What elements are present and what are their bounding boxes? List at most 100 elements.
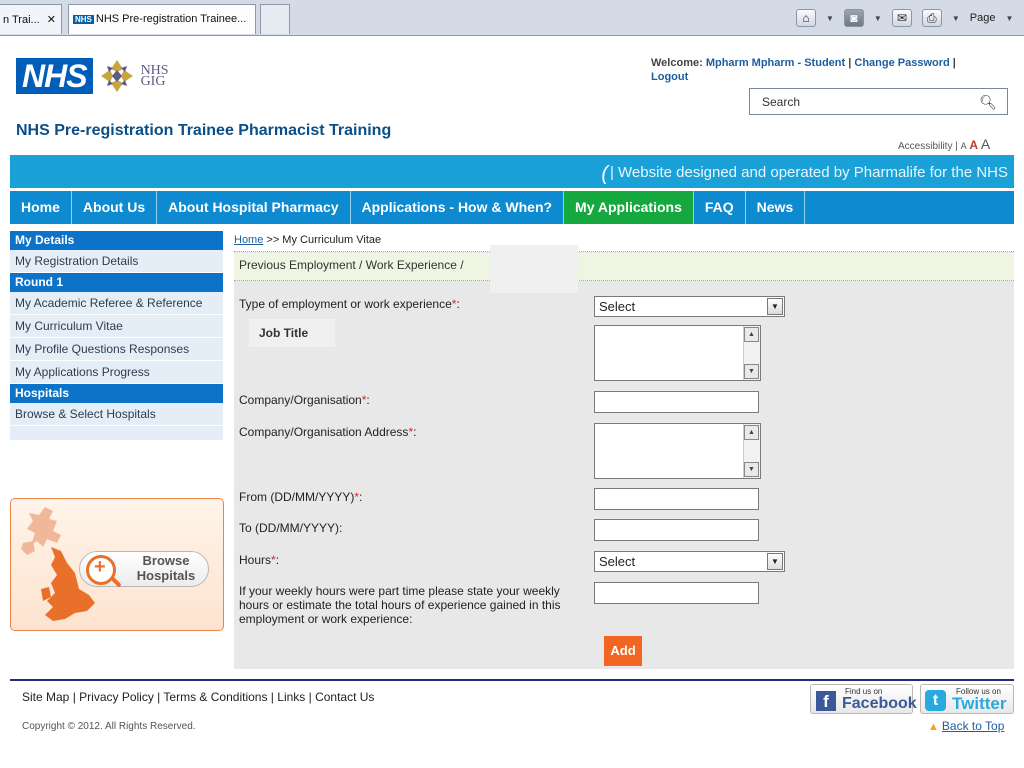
change-password-link[interactable]: Change Password [854,57,949,69]
sidebar-item-applications-progress[interactable]: My Applications Progress [10,361,223,384]
scroll-down-icon[interactable]: ▼ [744,364,759,379]
sidebar-item-profile-questions[interactable]: My Profile Questions Responses [10,338,223,361]
sidebar-item-browse-hospitals[interactable]: Browse & Select Hospitals [10,403,223,426]
browse-hospitals-label: Browse Hospitals [136,553,196,583]
text-size-medium[interactable]: A [969,138,978,152]
text-size-small[interactable]: A [961,141,967,151]
scroll-down-icon[interactable]: ▼ [744,462,759,477]
site-title: NHS Pre-registration Trainee Pharmacist … [16,122,392,139]
breadcrumb: Home >> My Curriculum Vitae [234,231,1014,252]
company-input[interactable] [594,391,759,413]
browser-toolbar: ⌂ ▼ ◙ ▼ ✉ ⎙ ▼ Page ▼ [796,4,1013,32]
sidebar-heading-hospitals: Hospitals [10,384,223,403]
welcome-label: Welcome: [651,57,703,69]
hours-label: Hours*: [239,553,280,567]
new-tab-button[interactable] [260,4,290,34]
sidebar-item-curriculum-vitae[interactable]: My Curriculum Vitae [10,315,223,338]
facebook-label: Facebook [842,695,917,712]
text-size-large[interactable]: A [981,136,990,152]
nav-applications-how-when[interactable]: Applications - How & When? [351,191,565,224]
print-icon[interactable]: ⎙ [921,9,942,27]
browse-hospitals-button[interactable]: Browse Hospitals [79,551,209,587]
nav-faq[interactable]: FAQ [694,191,746,224]
search-input[interactable]: Search 🔍︎ [749,88,1008,115]
operated-by-banner: (| Website designed and operated by Phar… [10,155,1014,188]
sidebar-item-registration-details[interactable]: My Registration Details [10,250,223,273]
twitter-button[interactable]: t Follow us on Twitter [920,684,1014,714]
overlay-patch [490,245,578,293]
chevron-down-icon[interactable]: ▼ [1005,14,1013,23]
footer-link-links[interactable]: Links [277,690,305,704]
user-name-link[interactable]: Mpharm Mpharm - Student [706,57,845,69]
from-date-input[interactable] [594,488,759,510]
to-date-label: To (DD/MM/YYYY): [239,521,343,535]
nav-my-applications[interactable]: My Applications [564,191,694,224]
nhs-giv-text: NHS GIG [140,63,169,89]
close-tab-icon[interactable]: ✕ [47,14,56,26]
facebook-icon: f [816,691,836,711]
nhs-favicon-icon: NHS [73,15,94,24]
page-menu[interactable]: Page [970,12,996,24]
chevron-down-icon[interactable]: ▼ [767,298,783,315]
nhs-badge: NHS [16,58,93,94]
chevron-down-icon[interactable]: ▼ [952,14,960,23]
hours-select[interactable]: Select ▼ [594,551,785,572]
rss-feed-icon[interactable]: ◙ [843,9,864,27]
pharmalife-leaf-icon: ( [601,163,608,185]
twitter-icon: t [925,690,946,711]
nav-home[interactable]: Home [10,191,72,224]
copyright-text: Copyright © 2012. All Rights Reserved. [22,721,196,732]
nav-news[interactable]: News [746,191,806,224]
job-title-label: Job Title [249,319,335,347]
mail-icon[interactable]: ✉ [891,9,912,27]
nhs-logo[interactable]: NHS NHS GIG [16,58,169,94]
back-to-top-link[interactable]: ▲ Back to Top [928,719,1004,733]
arrow-up-icon: ▲ [928,721,939,733]
browser-tab-active[interactable]: NHS NHS Pre-registration Trainee... [68,4,256,34]
footer-divider [10,679,1014,681]
search-icon[interactable]: 🔍︎ [979,94,997,111]
employment-type-label: Type of employment or work experience*: [239,297,460,311]
footer-links: Site Map | Privacy Policy | Terms & Cond… [22,690,375,704]
cv-form-panel: Home >> My Curriculum Vitae Previous Emp… [234,231,1014,669]
sidebar-item-academic-referee[interactable]: My Academic Referee & Reference [10,292,223,315]
chevron-down-icon[interactable]: ▼ [826,14,834,23]
logout-link[interactable]: Logout [651,71,688,83]
sidebar-heading-round-1: Round 1 [10,273,223,292]
tab-label: NHS Pre-registration Trainee... [95,13,247,25]
company-address-textarea[interactable]: ▲ ▼ [594,423,761,479]
operated-by-text: | Website designed and operated by Pharm… [609,164,1008,181]
sidebar-footer [10,426,223,440]
home-icon[interactable]: ⌂ [796,9,816,27]
from-date-label: From (DD/MM/YYYY)*: [239,490,363,504]
breadcrumb-current: >> My Curriculum Vitae [266,234,382,246]
footer-link-site-map[interactable]: Site Map [22,690,69,704]
facebook-button[interactable]: f Find us on Facebook [810,684,917,714]
add-button[interactable]: Add [604,636,642,666]
part-time-hours-label: If your weekly hours were part time plea… [239,584,561,626]
footer-link-terms[interactable]: Terms & Conditions [163,690,267,704]
browse-hospitals-card[interactable]: Browse Hospitals [10,498,224,631]
nav-about-us[interactable]: About Us [72,191,158,224]
footer-link-privacy[interactable]: Privacy Policy [79,690,154,704]
part-time-hours-input[interactable] [594,582,759,604]
browser-tab-bar: n Trai... ✕ NHS NHS Pre-registration Trai… [0,0,1024,36]
twitter-label: Twitter [952,694,1007,713]
scroll-up-icon[interactable]: ▲ [744,425,759,440]
sidebar-heading-my-details: My Details [10,231,223,250]
accessibility-label: Accessibility | [898,141,958,152]
browser-tab-previous[interactable]: n Trai... ✕ [0,4,62,34]
job-title-textarea[interactable]: ▲ ▼ [594,325,761,381]
to-date-input[interactable] [594,519,759,541]
scroll-up-icon[interactable]: ▲ [744,327,759,342]
magnifier-plus-icon [86,555,116,585]
employment-type-select[interactable]: Select ▼ [594,296,785,317]
chevron-down-icon[interactable]: ▼ [767,553,783,570]
company-label: Company/Organisation*: [239,393,370,407]
tab-label: n Trai... [3,14,40,26]
chevron-down-icon[interactable]: ▼ [874,14,882,23]
breadcrumb-home-link[interactable]: Home [234,234,263,246]
welcome-bar: Welcome: Mpharm Mpharm - Student | Chang… [651,57,956,83]
footer-link-contact[interactable]: Contact Us [315,690,374,704]
nav-about-hospital-pharmacy[interactable]: About Hospital Pharmacy [157,191,351,224]
